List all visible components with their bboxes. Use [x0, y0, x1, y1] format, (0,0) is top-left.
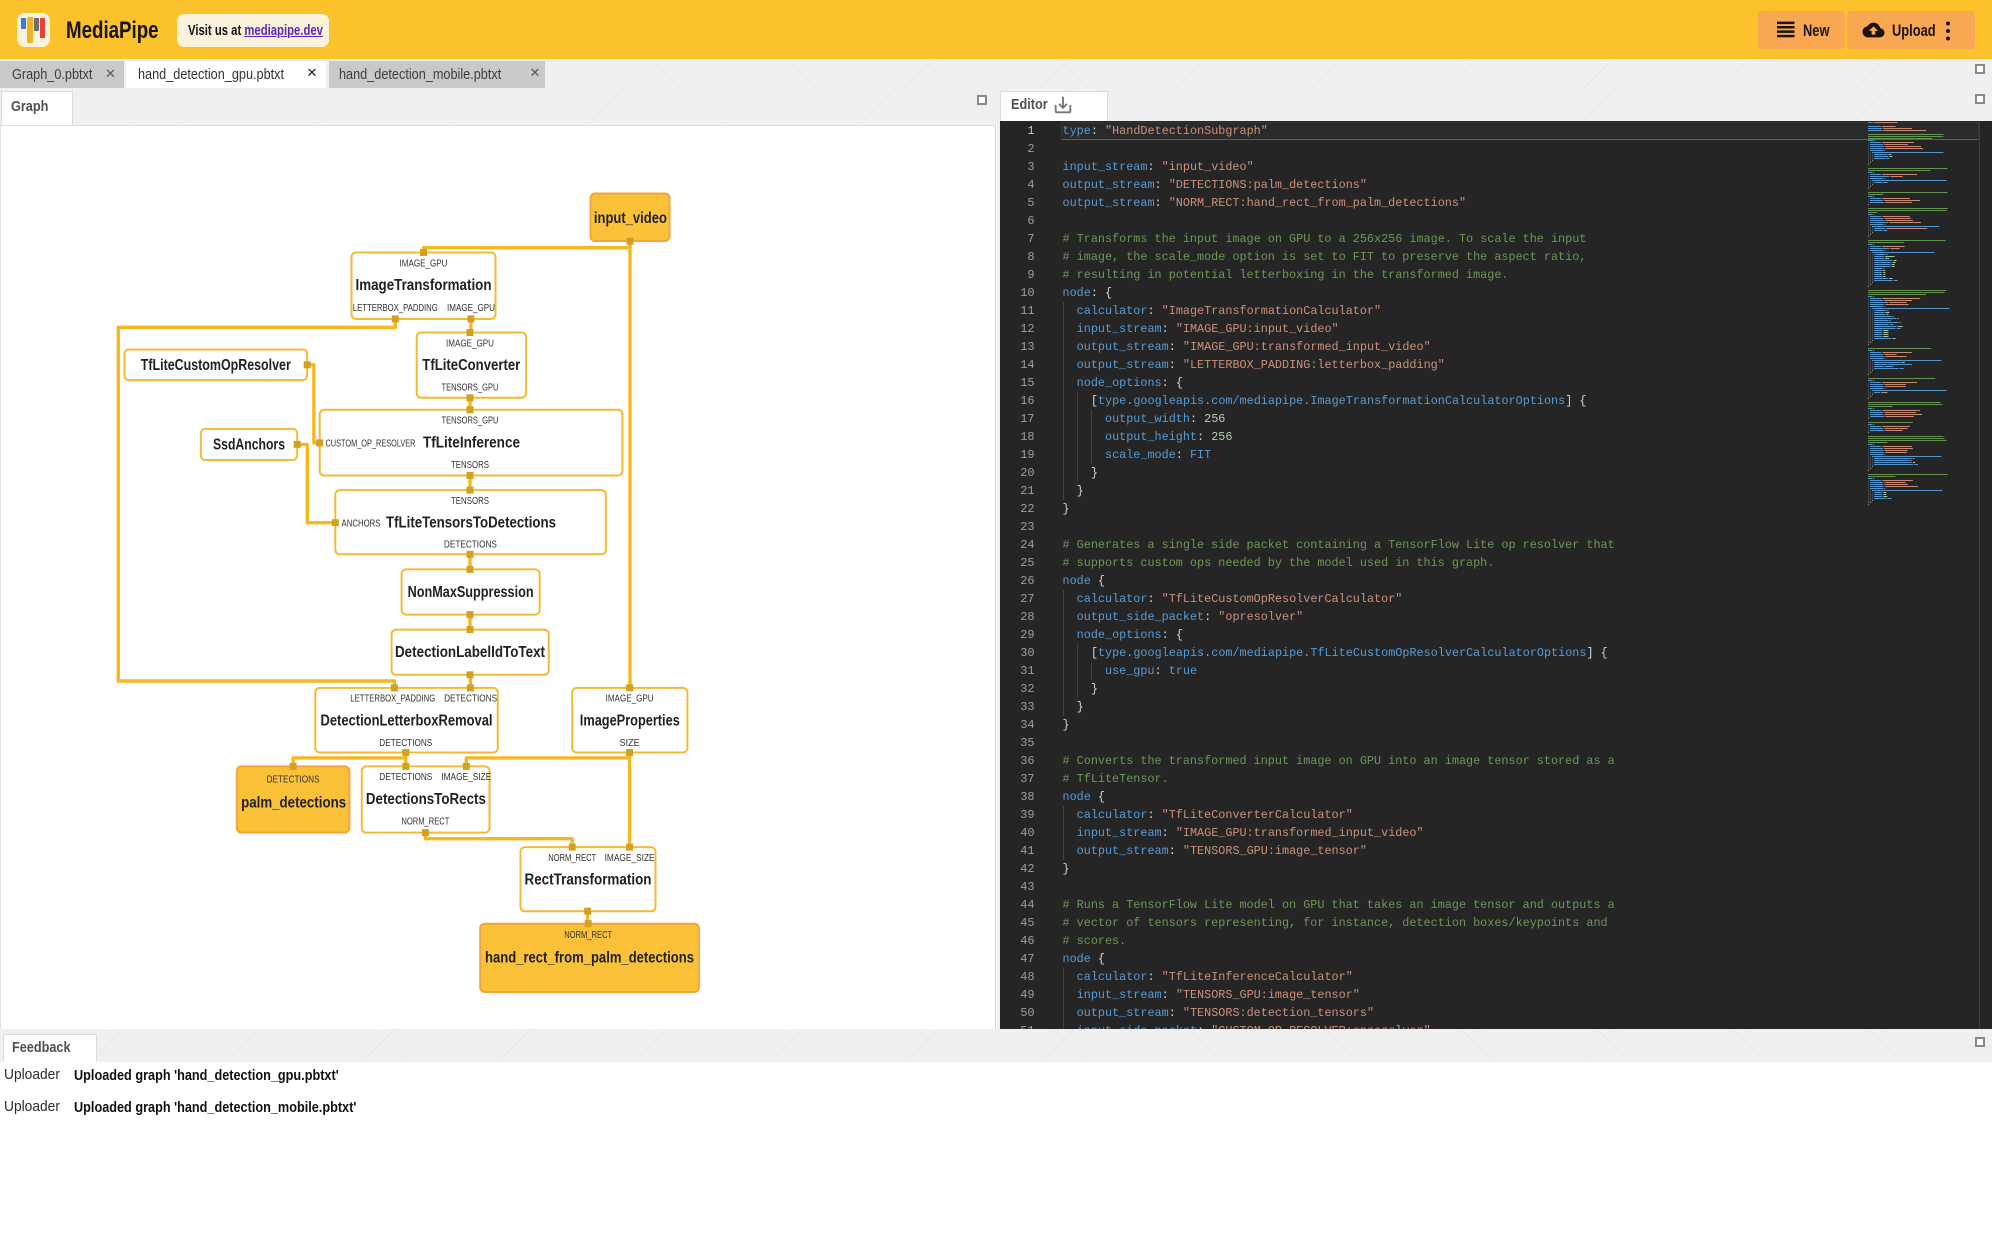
- svg-text:NORM_RECT: NORM_RECT: [564, 930, 612, 941]
- svg-text:NonMaxSuppression: NonMaxSuppression: [408, 584, 534, 601]
- svg-text:palm_detections: palm_detections: [241, 795, 346, 812]
- svg-text:ANCHORS: ANCHORS: [342, 518, 381, 529]
- svg-text:NORM_RECT: NORM_RECT: [548, 853, 596, 864]
- svg-text:DetectionsToRects: DetectionsToRects: [366, 791, 486, 808]
- svg-text:NORM_RECT: NORM_RECT: [401, 816, 449, 827]
- svg-text:TfLiteTensorsToDetections: TfLiteTensorsToDetections: [386, 514, 556, 531]
- svg-text:ImageProperties: ImageProperties: [580, 712, 680, 729]
- svg-text:DETECTIONS: DETECTIONS: [267, 774, 320, 785]
- svg-text:TfLiteConverter: TfLiteConverter: [422, 357, 520, 374]
- svg-text:RectTransformation: RectTransformation: [525, 871, 652, 888]
- svg-text:IMAGE_GPU: IMAGE_GPU: [400, 258, 448, 269]
- svg-text:DETECTIONS: DETECTIONS: [444, 694, 497, 705]
- svg-text:IMAGE_SIZE: IMAGE_SIZE: [605, 853, 655, 864]
- svg-text:IMAGE_GPU: IMAGE_GPU: [447, 303, 495, 314]
- svg-text:LETTERBOX_PADDING: LETTERBOX_PADDING: [350, 694, 435, 705]
- svg-text:SIZE: SIZE: [620, 738, 640, 749]
- svg-text:DETECTIONS: DETECTIONS: [379, 772, 432, 783]
- svg-text:ImageTransformation: ImageTransformation: [356, 277, 492, 294]
- svg-text:DetectionLabelIdToText: DetectionLabelIdToText: [395, 644, 545, 661]
- svg-text:DETECTIONS: DETECTIONS: [379, 738, 432, 749]
- svg-text:DETECTIONS: DETECTIONS: [444, 540, 497, 551]
- svg-text:TENSORS_GPU: TENSORS_GPU: [442, 416, 499, 427]
- svg-text:TENSORS: TENSORS: [451, 496, 489, 507]
- svg-text:input_video: input_video: [594, 210, 667, 227]
- svg-text:hand_rect_from_palm_detections: hand_rect_from_palm_detections: [485, 949, 694, 966]
- svg-text:TENSORS_GPU: TENSORS_GPU: [442, 383, 499, 394]
- svg-text:TfLiteCustomOpResolver: TfLiteCustomOpResolver: [141, 357, 291, 374]
- svg-text:DetectionLetterboxRemoval: DetectionLetterboxRemoval: [321, 712, 493, 729]
- svg-text:TENSORS: TENSORS: [451, 460, 489, 471]
- svg-text:TfLiteInference: TfLiteInference: [423, 435, 520, 452]
- svg-text:IMAGE_GPU: IMAGE_GPU: [446, 338, 494, 349]
- svg-text:IMAGE_SIZE: IMAGE_SIZE: [441, 772, 491, 783]
- svg-text:LETTERBOX_PADDING: LETTERBOX_PADDING: [353, 303, 438, 314]
- svg-text:CUSTOM_OP_RESOLVER: CUSTOM_OP_RESOLVER: [326, 439, 416, 450]
- svg-text:IMAGE_GPU: IMAGE_GPU: [606, 694, 654, 705]
- svg-text:SsdAnchors: SsdAnchors: [213, 437, 285, 454]
